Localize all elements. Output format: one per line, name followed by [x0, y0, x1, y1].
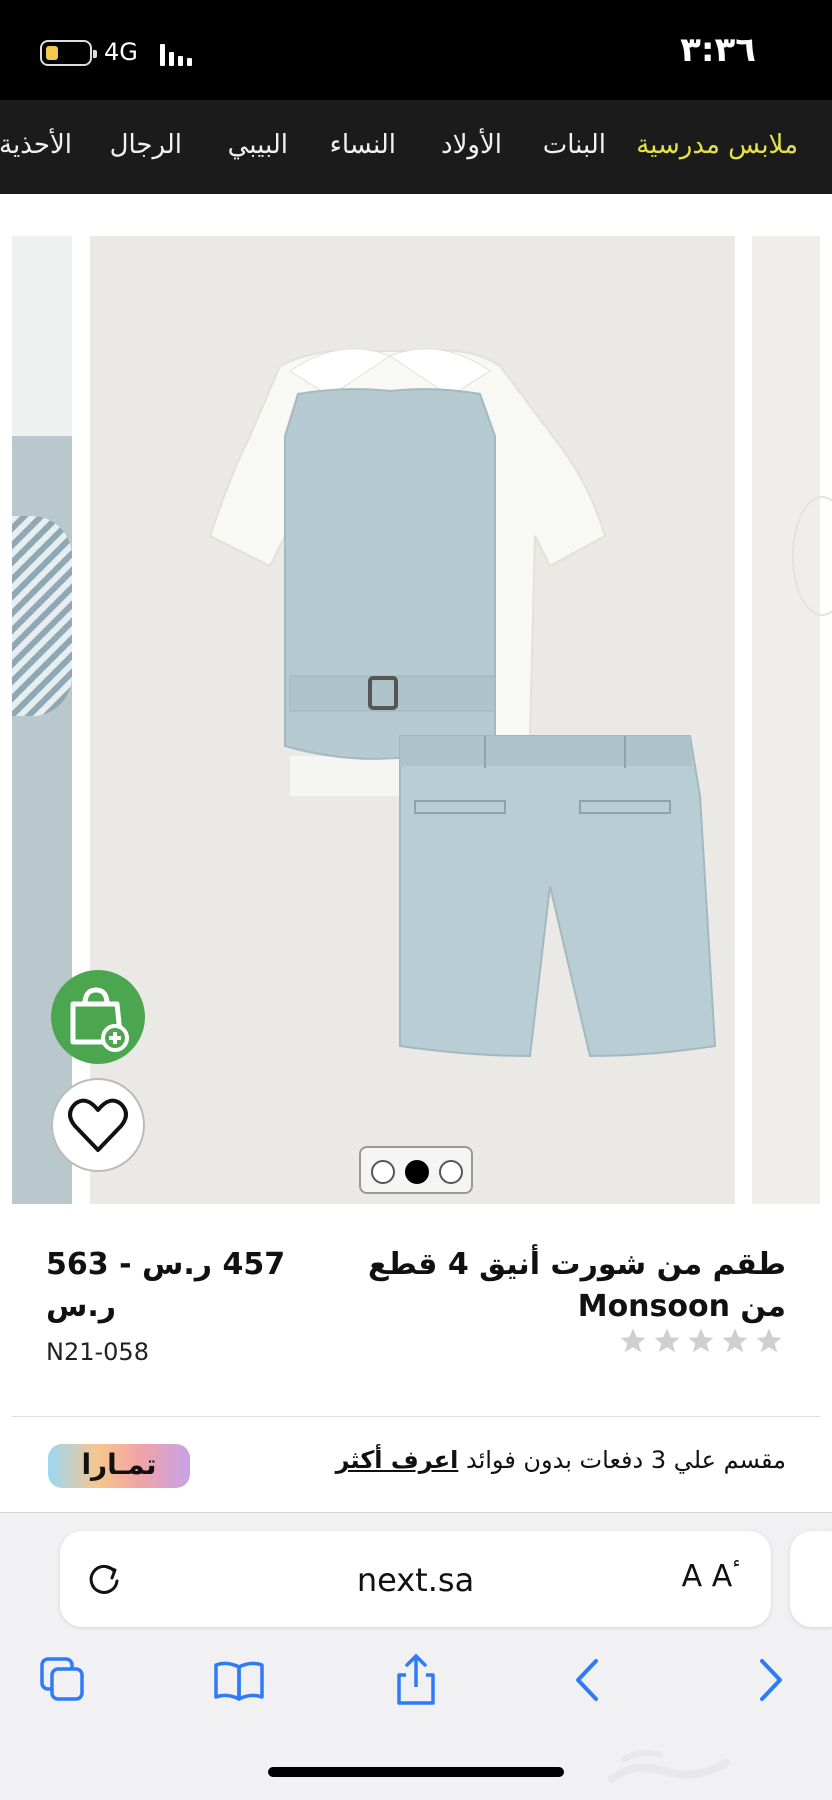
- pager-dot-3[interactable]: [439, 1160, 463, 1184]
- category-nav: ملابس مدرسية البنات الأولاد النساء البيب…: [0, 100, 832, 194]
- tabs-icon[interactable]: [36, 1653, 90, 1707]
- next-tab-preview[interactable]: [790, 1531, 832, 1627]
- browser-chrome: next.sa ٴA A: [0, 1512, 832, 1800]
- product-title[interactable]: طقم من شورت أنيق 4 قطع من Monsoon: [346, 1244, 786, 1328]
- category-girls[interactable]: البنات: [543, 130, 606, 160]
- add-to-bag-button[interactable]: [51, 970, 145, 1064]
- star-icon: [722, 1328, 748, 1353]
- add-to-wishlist-button[interactable]: [51, 1078, 145, 1172]
- clock: ٣:٣٦: [680, 30, 756, 70]
- tamara-label: تمـارا: [81, 1448, 157, 1481]
- category-shoes[interactable]: الأحذية: [0, 130, 72, 160]
- category-boys[interactable]: الأولاد: [441, 130, 502, 160]
- url-text[interactable]: next.sa: [60, 1561, 771, 1599]
- signal-icon: [160, 42, 196, 66]
- category-women[interactable]: النساء: [330, 130, 396, 160]
- product-price: 457 ر.س - 563 ر.س: [46, 1247, 286, 1324]
- learn-more-link[interactable]: اعرف أكثر: [336, 1446, 459, 1474]
- back-icon[interactable]: [562, 1653, 616, 1707]
- star-icon: [688, 1328, 714, 1353]
- rating-stars: [618, 1326, 784, 1356]
- star-icon: [654, 1328, 680, 1353]
- category-baby[interactable]: البيبي: [228, 130, 288, 160]
- installment-text: مقسم علي 3 دفعات بدون فوائد: [465, 1446, 786, 1474]
- forward-icon[interactable]: [742, 1653, 796, 1707]
- category-school-wear[interactable]: ملابس مدرسية: [636, 130, 798, 160]
- category-men[interactable]: الرجال: [110, 130, 182, 160]
- next-slide[interactable]: [752, 236, 832, 1204]
- battery-icon: [40, 40, 97, 66]
- product-sku: N21-058: [46, 1338, 149, 1366]
- divider: [12, 1416, 820, 1417]
- image-pager: [359, 1146, 473, 1194]
- installment-info: مقسم علي 3 دفعات بدون فوائد اعرف أكثر: [336, 1446, 786, 1474]
- share-icon[interactable]: [389, 1653, 443, 1707]
- network-label: 4G: [104, 38, 138, 66]
- outfit-illustration: [208, 348, 717, 1058]
- tamara-badge[interactable]: تمـارا: [48, 1444, 190, 1488]
- pager-dot-1[interactable]: [371, 1160, 395, 1184]
- address-bar[interactable]: next.sa ٴA A: [60, 1531, 771, 1627]
- pager-dot-2[interactable]: [405, 1160, 429, 1184]
- heart-icon: [68, 1098, 128, 1152]
- add-to-bag-icon: [70, 987, 129, 1052]
- star-icon: [620, 1328, 646, 1353]
- product-image[interactable]: [90, 236, 735, 1204]
- bookmarks-icon[interactable]: [212, 1653, 266, 1707]
- home-indicator: [268, 1767, 564, 1777]
- text-size-button[interactable]: ٴA A: [682, 1559, 741, 1594]
- watermark-logo: [608, 1749, 730, 1783]
- status-bar: 4G ٣:٣٦: [0, 0, 832, 100]
- star-icon: [756, 1328, 782, 1353]
